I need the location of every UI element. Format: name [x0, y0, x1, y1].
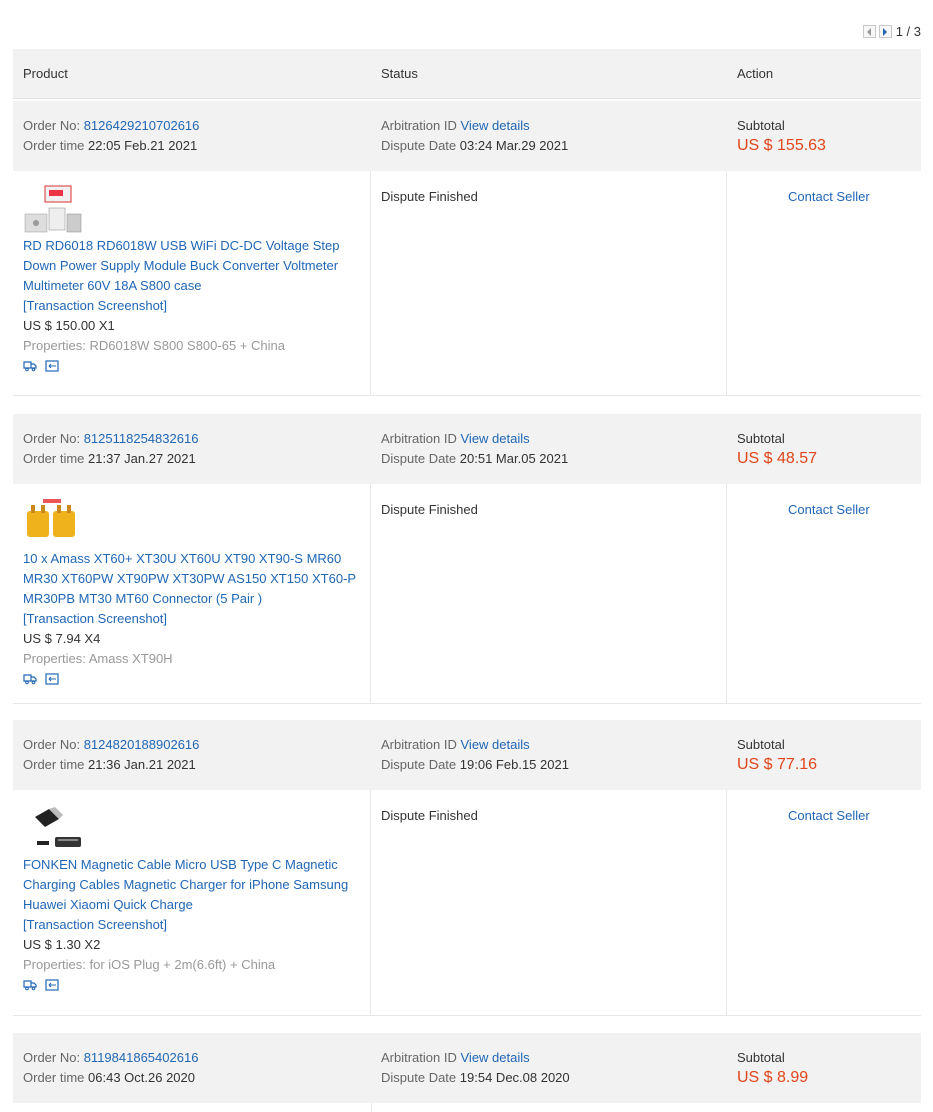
arbitration-id-label: Arbitration ID — [381, 1050, 457, 1065]
transaction-screenshot-link[interactable]: [Transaction Screenshot] — [23, 296, 373, 316]
subtotal-price: US $ 8.99 — [737, 1069, 809, 1086]
truck-icon[interactable] — [23, 673, 37, 685]
price-quantity: US $ 7.94 X4 — [23, 631, 101, 646]
subtotal-label: Subtotal — [737, 431, 785, 446]
arbitration-id-label: Arbitration ID — [381, 737, 457, 752]
arbitration-id-label: Arbitration ID — [381, 118, 457, 133]
header-action: Action — [737, 66, 774, 81]
view-details-link[interactable]: View details — [461, 737, 530, 752]
prev-page-button[interactable] — [862, 25, 876, 38]
dispute-status: Dispute Finished — [381, 502, 478, 517]
dispute-date: 19:06 Feb.15 2021 — [459, 757, 569, 772]
product-title-link[interactable]: FONKEN Magnetic Cable Micro USB Type C M… — [23, 855, 373, 915]
subtotal-label: Subtotal — [737, 1050, 785, 1065]
product-cell: FONKEN Magnetic Cable Micro USB Type C M… — [13, 790, 371, 1015]
product-properties: Properties: RD6018W S800 S800-65 + China — [23, 338, 285, 353]
order-no-label: Order No: — [23, 737, 81, 752]
status-cell: Dispute Finished — [371, 484, 727, 703]
dispute-date: 19:54 Dec.08 2020 — [459, 1070, 570, 1085]
product-thumbnail[interactable] — [23, 803, 83, 855]
header-status: Status — [381, 66, 418, 81]
order-number-link[interactable]: 8125118254832616 — [84, 431, 199, 446]
pager: 1 / 3 — [860, 23, 921, 40]
order-no-label: Order No: — [23, 118, 81, 133]
return-icon[interactable] — [45, 673, 59, 685]
subtotal-price: US $ 77.16 — [737, 756, 818, 773]
order-number-link[interactable]: 8126429210702616 — [84, 118, 200, 133]
product-title-link[interactable]: 10 x Amass XT60+ XT30U XT60U XT90 XT90-S… — [23, 549, 373, 609]
next-page-button[interactable] — [878, 25, 892, 38]
dispute-date-label: Dispute Date — [381, 1070, 457, 1085]
subtotal-label: Subtotal — [737, 118, 785, 133]
order-body: 10 x Amass XT60+ XT30U XT60U XT90 XT90-S… — [13, 484, 921, 704]
order-block: Order No: 8126429210702616 Order time 22… — [13, 101, 921, 396]
chevron-right-icon — [883, 27, 888, 36]
view-details-link[interactable]: View details — [461, 118, 530, 133]
status-cell: Dispute Finished — [371, 171, 727, 395]
header-product: Product — [23, 66, 68, 81]
order-header: Order No: 8124820188902616 Order time 21… — [13, 720, 921, 790]
order-time-label: Order time — [23, 451, 85, 466]
order-block: Order No: 8125118254832616 Order time 21… — [13, 414, 921, 704]
subtotal-price: US $ 48.57 — [737, 450, 818, 467]
dispute-date-label: Dispute Date — [381, 451, 457, 466]
order-block: Order No: 8124820188902616 Order time 21… — [13, 720, 921, 1016]
product-properties: Properties: for iOS Plug + 2m(6.6ft) + C… — [23, 957, 276, 972]
return-icon[interactable] — [45, 360, 59, 372]
order-header: Order No: 8125118254832616 Order time 21… — [13, 414, 921, 484]
price-quantity: US $ 1.30 X2 — [23, 937, 101, 952]
contact-seller-link[interactable]: Contact Seller — [788, 808, 870, 823]
dispute-date: 03:24 Mar.29 2021 — [459, 138, 569, 153]
order-no-label: Order No: — [23, 1050, 81, 1065]
truck-icon[interactable] — [23, 360, 37, 372]
dispute-date-label: Dispute Date — [381, 138, 457, 153]
dispute-status: Dispute Finished — [381, 189, 478, 204]
return-icon[interactable] — [45, 979, 59, 991]
order-time: 21:36 Jan.21 2021 — [88, 757, 196, 772]
contact-seller-link[interactable]: Contact Seller — [788, 189, 870, 204]
order-header: Order No: 8126429210702616 Order time 22… — [13, 101, 921, 171]
order-time: 06:43 Oct.26 2020 — [88, 1070, 196, 1085]
chevron-left-icon — [867, 27, 872, 36]
dispute-date-label: Dispute Date — [381, 757, 457, 772]
transaction-screenshot-link[interactable]: [Transaction Screenshot] — [23, 915, 373, 935]
order-time: 22:05 Feb.21 2021 — [88, 138, 198, 153]
column-divider — [371, 1103, 372, 1112]
order-body-partial — [13, 1103, 921, 1112]
order-time: 21:37 Jan.27 2021 — [88, 451, 196, 466]
table-header: Product Status Action — [13, 49, 921, 99]
product-thumbnail[interactable] — [23, 497, 83, 549]
subtotal-price: US $ 155.63 — [737, 137, 826, 154]
product-title-link[interactable]: RD RD6018 RD6018W USB WiFi DC-DC Voltage… — [23, 236, 373, 296]
dispute-status: Dispute Finished — [381, 808, 478, 823]
status-cell: Dispute Finished — [371, 790, 727, 1015]
view-details-link[interactable]: View details — [461, 431, 530, 446]
arbitration-id-label: Arbitration ID — [381, 431, 457, 446]
order-block: Order No: 8119841865402616 Order time 06… — [13, 1033, 921, 1112]
page-indicator: 1 / 3 — [895, 24, 921, 39]
order-header: Order No: 8119841865402616 Order time 06… — [13, 1033, 921, 1103]
truck-icon[interactable] — [23, 979, 37, 991]
subtotal-label: Subtotal — [737, 737, 785, 752]
contact-seller-link[interactable]: Contact Seller — [788, 502, 870, 517]
product-properties: Properties: Amass XT90H — [23, 651, 173, 666]
price-quantity: US $ 150.00 X1 — [23, 318, 115, 333]
order-time-label: Order time — [23, 757, 85, 772]
dispute-date: 20:51 Mar.05 2021 — [459, 451, 569, 466]
order-number-link[interactable]: 8124820188902616 — [84, 737, 200, 752]
product-cell: 10 x Amass XT60+ XT30U XT60U XT90 XT90-S… — [13, 484, 371, 703]
order-body: FONKEN Magnetic Cable Micro USB Type C M… — [13, 790, 921, 1016]
product-cell: RD RD6018 RD6018W USB WiFi DC-DC Voltage… — [13, 171, 371, 395]
transaction-screenshot-link[interactable]: [Transaction Screenshot] — [23, 609, 373, 629]
product-thumbnail[interactable] — [23, 184, 83, 236]
order-time-label: Order time — [23, 138, 85, 153]
order-time-label: Order time — [23, 1070, 85, 1085]
order-body: RD RD6018 RD6018W USB WiFi DC-DC Voltage… — [13, 171, 921, 396]
order-number-link[interactable]: 8119841865402616 — [84, 1050, 199, 1065]
view-details-link[interactable]: View details — [461, 1050, 530, 1065]
order-no-label: Order No: — [23, 431, 81, 446]
